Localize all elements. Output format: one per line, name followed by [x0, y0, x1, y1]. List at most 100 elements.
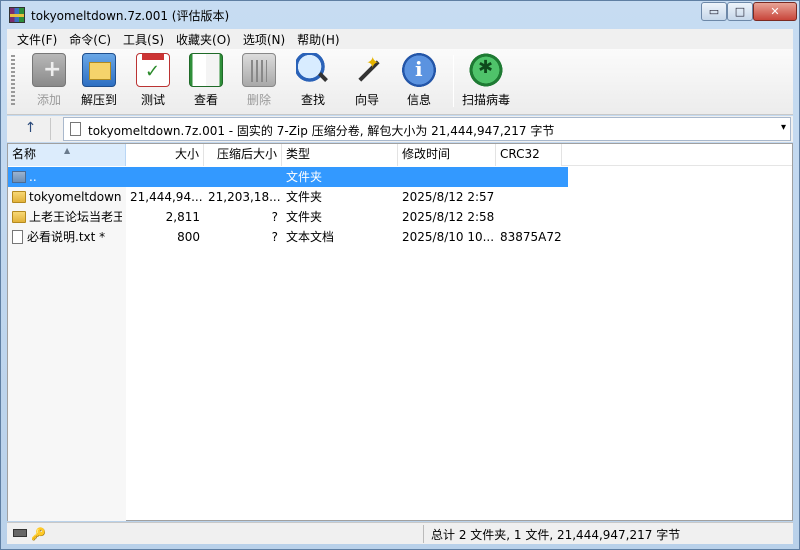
window-title: tokyomeltdown.7z.001 (评估版本) — [31, 9, 230, 23]
find-button[interactable]: 查找 — [287, 53, 339, 111]
row-type: 文件夹 — [286, 170, 323, 184]
test-button[interactable]: 测试 — [127, 53, 179, 111]
close-button[interactable]: ✕ — [753, 2, 797, 21]
sort-ascending-icon: ▲ — [64, 146, 71, 155]
column-header-modified[interactable]: 修改时间 — [398, 144, 496, 166]
row-crc: 83875A72 — [500, 230, 562, 244]
status-summary: 总计 2 文件夹, 1 文件, 21,444,947,217 字节 — [431, 528, 681, 542]
wizard-button[interactable]: 向导 — [341, 53, 393, 111]
menu-bar: 文件(F) 命令(C) 工具(S) 收藏夹(O) 选项(N) 帮助(H) — [7, 29, 793, 49]
test-checklist-icon — [136, 53, 170, 87]
menu-help[interactable]: 帮助(H) — [291, 31, 345, 48]
row-crc — [496, 167, 562, 187]
archive-file-icon — [70, 122, 81, 136]
toolbar-separator — [453, 55, 454, 107]
path-field[interactable]: tokyomeltdown.7z.001 - 固实的 7-Zip 压缩分卷, 解… — [63, 117, 791, 141]
file-rows: .. 文件夹 tokyomeltdown 21,444,94... 21,203… — [8, 167, 568, 247]
column-header-type[interactable]: 类型 — [282, 144, 398, 166]
drive-icon[interactable] — [13, 529, 27, 537]
wizard-label: 向导 — [354, 93, 379, 107]
info-button[interactable]: 信息 — [393, 53, 445, 111]
menu-favorites[interactable]: 收藏夹(O) — [170, 31, 237, 48]
find-label: 查找 — [300, 93, 325, 107]
add-button[interactable]: 添加 — [23, 53, 75, 111]
row-modified — [398, 167, 496, 187]
key-icon[interactable]: 🔑 — [31, 527, 46, 541]
extract-folder-icon — [82, 53, 116, 87]
status-bar: 🔑 总计 2 文件夹, 1 文件, 21,444,947,217 字节 — [7, 522, 793, 544]
table-row[interactable]: tokyomeltdown 21,444,94... 21,203,18... … — [8, 187, 568, 207]
row-packed: ? — [271, 210, 278, 224]
title-bar[interactable]: tokyomeltdown.7z.001 (评估版本) ▭ □ ✕ — [1, 1, 799, 29]
table-row[interactable]: 必看说明.txt * 800 ? 文本文档 2025/8/10 10... 83… — [8, 227, 568, 247]
row-crc — [496, 207, 562, 227]
app-window: tokyomeltdown.7z.001 (评估版本) ▭ □ ✕ 文件(F) … — [0, 0, 800, 550]
column-header-crc[interactable]: CRC32 — [496, 144, 562, 166]
column-header-packed[interactable]: 压缩后大小 — [204, 144, 282, 166]
folder-icon — [12, 211, 26, 223]
row-modified: 2025/8/12 2:57 — [402, 190, 495, 204]
view-book-icon — [189, 53, 223, 87]
row-size — [126, 167, 204, 187]
folder-icon — [12, 191, 26, 203]
toolbar-grip[interactable] — [11, 55, 15, 107]
row-modified: 2025/8/12 2:58 — [402, 210, 495, 224]
maximize-icon: □ — [734, 5, 746, 18]
minimize-icon: ▭ — [708, 5, 720, 18]
test-label: 测试 — [140, 93, 165, 107]
virus-bug-icon — [469, 53, 503, 87]
close-icon: ✕ — [770, 5, 780, 18]
row-packed: 21,203,18... — [208, 190, 281, 204]
row-type: 文本文档 — [286, 230, 335, 244]
extract-label: 解压到 — [80, 93, 117, 107]
view-button[interactable]: 查看 — [180, 53, 232, 111]
file-list: 名称 ▲ 大小 压缩后大小 类型 修改时间 CRC32 .. 文件夹 tokyo… — [7, 143, 793, 521]
row-modified: 2025/8/10 10... — [402, 230, 495, 244]
address-bar: ↑ tokyomeltdown.7z.001 - 固实的 7-Zip 压缩分卷,… — [7, 116, 793, 142]
extract-to-button[interactable]: 解压到 — [73, 53, 125, 111]
row-type: 文件夹 — [286, 210, 323, 224]
add-label: 添加 — [36, 93, 61, 107]
row-size: 2,811 — [165, 210, 200, 224]
winrar-app-icon — [9, 7, 25, 23]
menu-file[interactable]: 文件(F) — [11, 31, 63, 48]
path-text: tokyomeltdown.7z.001 - 固实的 7-Zip 压缩分卷, 解… — [88, 124, 555, 138]
table-row[interactable]: 上老王论坛当老王 2,811 ? 文件夹 2025/8/12 2:58 — [8, 207, 568, 227]
row-packed — [204, 167, 282, 187]
info-icon — [402, 53, 436, 87]
status-separator — [423, 525, 424, 543]
text-file-icon — [12, 230, 23, 244]
virus-scan-label: 扫描病毒 — [461, 93, 510, 107]
menu-options[interactable]: 选项(N) — [237, 31, 291, 48]
info-label: 信息 — [406, 93, 431, 107]
parent-folder-icon — [12, 171, 26, 183]
minimize-button[interactable]: ▭ — [701, 2, 727, 21]
magnifier-icon — [296, 53, 330, 87]
row-size: 21,444,94... — [130, 190, 203, 204]
row-crc — [496, 187, 562, 207]
table-row-parent[interactable]: .. 文件夹 — [8, 167, 568, 187]
add-archive-icon — [32, 53, 66, 87]
column-header-size[interactable]: 大小 — [126, 144, 204, 166]
row-name: 上老王论坛当老王 — [29, 210, 122, 224]
delete-button[interactable]: 删除 — [233, 53, 285, 111]
column-header-name[interactable]: 名称 ▲ — [8, 144, 126, 166]
arrow-up-icon: ↑ — [24, 120, 37, 136]
row-name: .. — [29, 170, 37, 184]
row-name: 必看说明.txt * — [27, 230, 106, 244]
virus-scan-button[interactable]: 扫描病毒 — [457, 53, 515, 111]
maximize-button[interactable]: □ — [727, 2, 753, 21]
list-header: 名称 ▲ 大小 压缩后大小 类型 修改时间 CRC32 — [8, 144, 792, 166]
row-type: 文件夹 — [286, 190, 323, 204]
delete-label: 删除 — [246, 93, 271, 107]
up-folder-button[interactable]: ↑ — [11, 118, 51, 140]
dropdown-arrow-icon[interactable]: ▾ — [781, 122, 786, 133]
column-name-label: 名称 — [12, 147, 37, 161]
toolbar: 添加 解压到 测试 查看 删除 查找 向导 信息 — [7, 49, 793, 115]
menu-commands[interactable]: 命令(C) — [63, 31, 117, 48]
view-label: 查看 — [193, 93, 218, 107]
menu-tools[interactable]: 工具(S) — [117, 31, 170, 48]
row-name: tokyomeltdown — [29, 190, 122, 204]
row-packed: ? — [271, 230, 278, 244]
magic-wand-icon — [350, 53, 384, 87]
